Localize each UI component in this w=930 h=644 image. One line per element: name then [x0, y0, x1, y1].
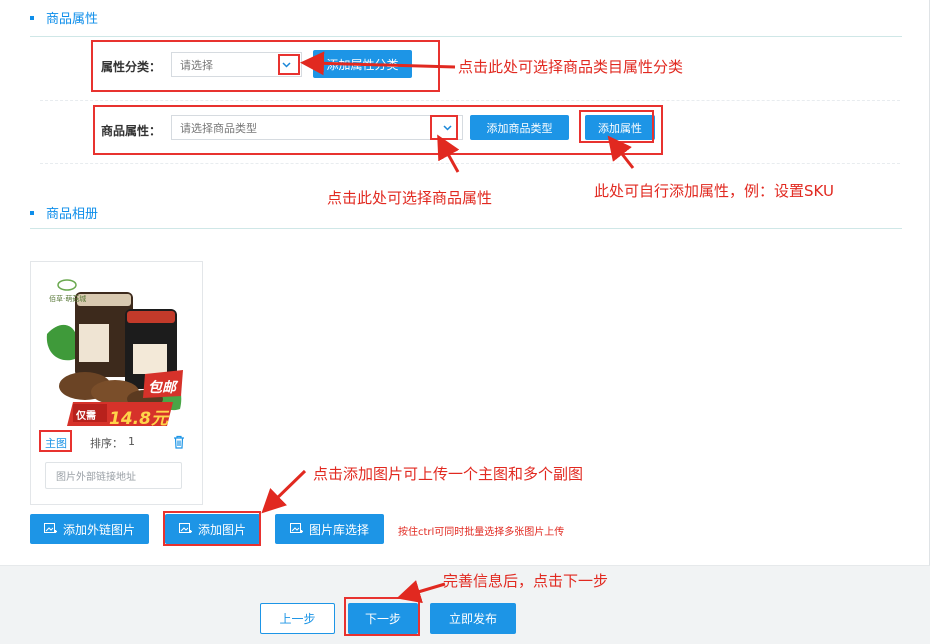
annotation-upload-text: 点击添加图片可上传一个主图和多个副图 [313, 465, 584, 483]
annotation-arrows [261, 51, 635, 604]
annotation-attribute-text: 点击此处可选择商品属性 [327, 189, 493, 207]
annotation-add-attr-text: 此处可自行添加属性，例：设置SKU [594, 182, 834, 200]
annotation-category-text: 点击此处可选择商品类目属性分类 [458, 58, 684, 76]
annotation-next-step-text: 完善信息后，点击下一步 [443, 572, 609, 590]
